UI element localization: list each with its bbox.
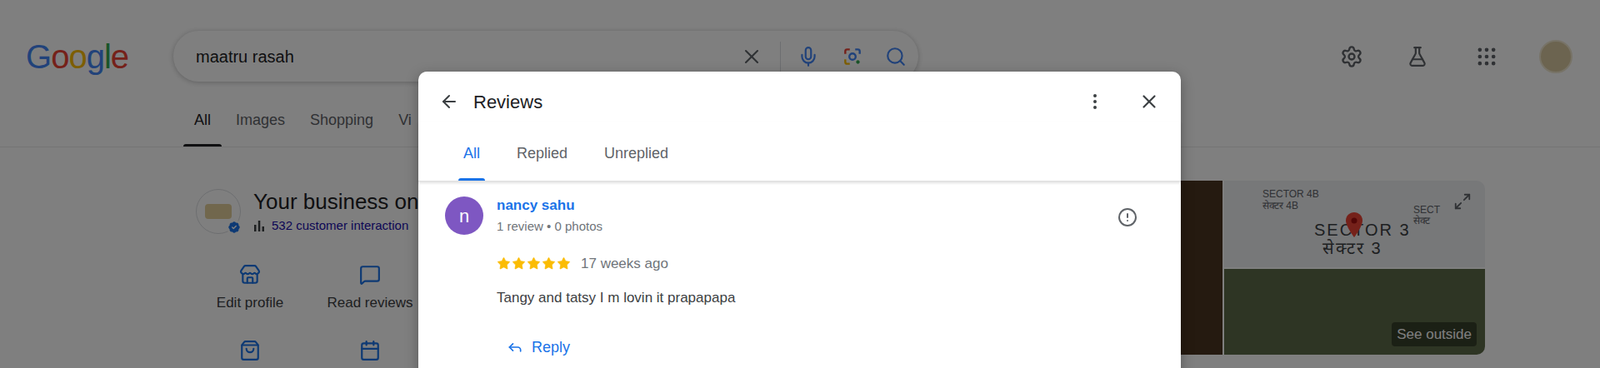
dialog-header: Reviews — [418, 81, 1181, 122]
star-icon — [541, 256, 556, 271]
star-icon — [511, 256, 526, 271]
more-icon[interactable] — [1085, 91, 1105, 112]
dialog-tabs: All Replied Unreplied — [418, 121, 1181, 182]
back-icon[interactable] — [439, 91, 460, 112]
reply-button[interactable]: Reply — [506, 336, 1118, 360]
star-icon — [496, 256, 511, 271]
dialog-tab[interactable]: All — [458, 126, 485, 181]
tab-indicator — [458, 178, 485, 181]
review-text: Tangy and tatsy I m lovin it prapapapa — [496, 288, 1118, 309]
dialog-tab[interactable]: Unreplied — [599, 126, 674, 181]
star-icon — [556, 256, 571, 271]
reviewer-avatar[interactable]: n — [445, 196, 484, 235]
dialog-title: Reviews — [473, 88, 543, 116]
reviewer-name[interactable]: nancy sahu — [496, 196, 1118, 215]
review: n nancy sahu 1 review • 0 photos 17 weeks a… — [418, 181, 1181, 360]
review-time: 17 weeks ago — [580, 253, 669, 275]
page: Googlemaatru rasahAllImagesShoppingViYou… — [0, 0, 1600, 368]
reply-icon — [506, 339, 524, 356]
rating — [496, 256, 571, 271]
close-icon[interactable] — [1138, 90, 1160, 113]
reviewer-meta: 1 review • 0 photos — [496, 218, 1118, 235]
reviews-dialog: Reviews All Replied Unreplied n nancy sahu 1 r… — [418, 71, 1181, 368]
flag-icon[interactable] — [1117, 207, 1138, 228]
dialog-tab[interactable]: Replied — [511, 126, 573, 181]
star-icon — [526, 256, 541, 271]
